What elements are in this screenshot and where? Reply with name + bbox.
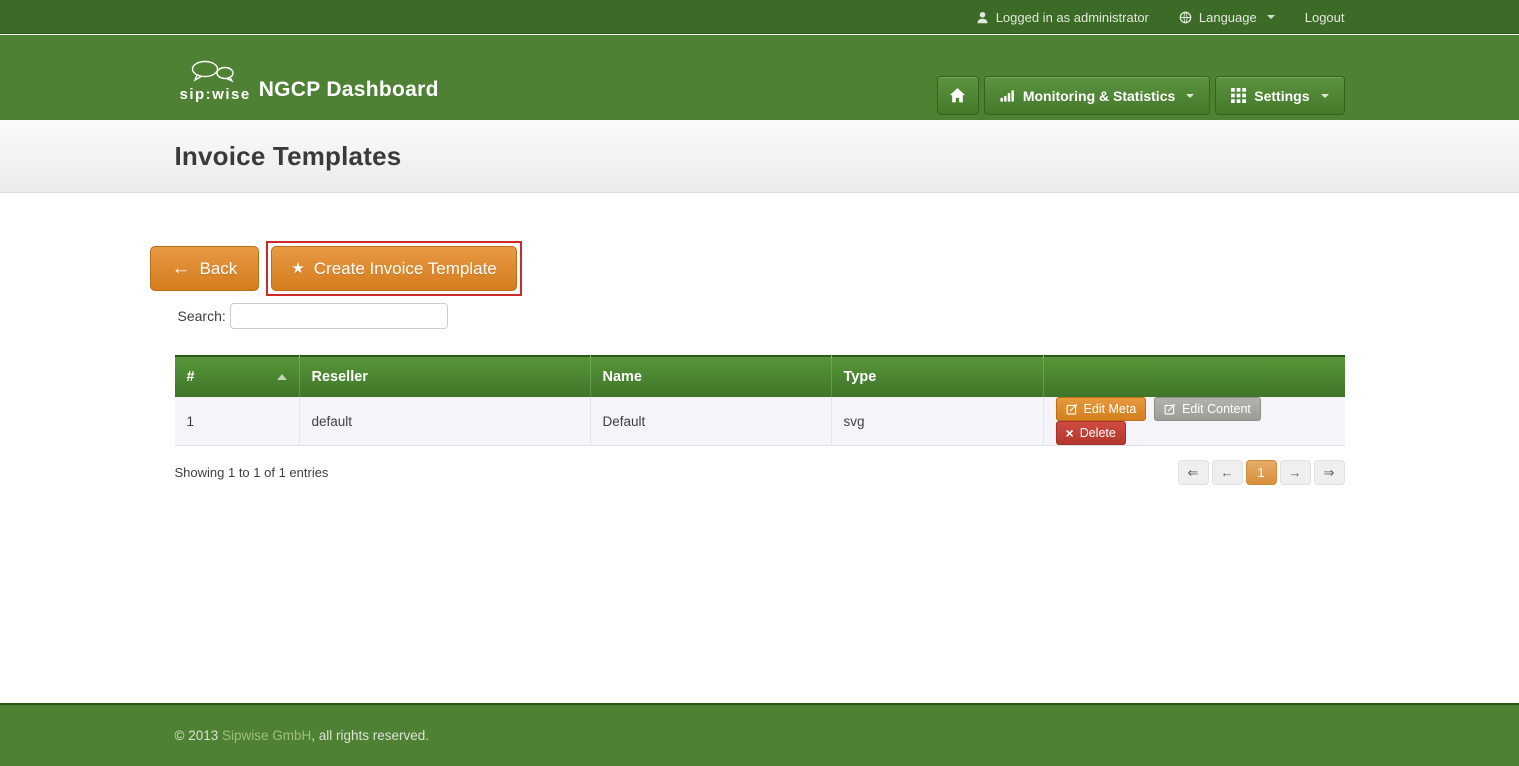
column-header-name[interactable]: Name (591, 355, 832, 397)
search-row: Search: (175, 303, 1345, 329)
entries-info: Showing 1 to 1 of 1 entries (175, 465, 329, 480)
sipwise-link[interactable]: Sipwise GmbH (222, 728, 311, 743)
language-menu[interactable]: Language (1179, 10, 1275, 25)
edit-content-button[interactable]: Edit Content (1154, 397, 1261, 421)
globe-icon (1179, 11, 1192, 24)
page-heading-band: Invoice Templates (0, 120, 1519, 193)
pagination-next-button[interactable]: → (1280, 460, 1311, 485)
toolbar: ← Back ★ Create Invoice Template (150, 241, 1345, 296)
table-header-row: # Reseller Name Type (175, 355, 1345, 397)
cell-id: 1 (175, 397, 300, 446)
home-button[interactable] (937, 76, 979, 115)
chevron-down-icon (1321, 94, 1329, 98)
bar-chart-icon (1000, 88, 1015, 103)
back-arrow-icon: ← (172, 259, 191, 278)
table-row: 1 default Default svg Edit Meta (175, 397, 1345, 446)
main-content: ← Back ★ Create Invoice Template Search: (0, 194, 1519, 485)
sort-ascending-icon (277, 374, 287, 380)
grid-icon (1231, 88, 1246, 103)
pagination-first-button[interactable]: ⇐ (1178, 460, 1209, 485)
edit-meta-button[interactable]: Edit Meta (1056, 397, 1147, 421)
logged-in-label: Logged in as administrator (996, 10, 1149, 25)
column-header-actions (1044, 355, 1345, 397)
logout-link[interactable]: Logout (1305, 10, 1345, 25)
search-input[interactable] (230, 303, 448, 329)
copyright-suffix: , all rights reserved. (311, 728, 429, 743)
user-icon (976, 11, 989, 24)
brand-sip-text: sip:wise (180, 87, 251, 102)
pagination-page-1-button[interactable]: 1 (1246, 460, 1277, 485)
nav-monitoring-label: Monitoring & Statistics (1023, 88, 1175, 104)
search-label: Search: (178, 308, 226, 324)
logout-label: Logout (1305, 10, 1345, 25)
back-button-label: Back (200, 259, 238, 279)
create-button-label: Create Invoice Template (314, 259, 497, 279)
invoice-templates-table-wrap: # Reseller Name Type 1 default (175, 355, 1345, 446)
copyright-prefix: © 2013 (175, 728, 222, 743)
column-header-type[interactable]: Type (832, 355, 1044, 397)
table-footer: Showing 1 to 1 of 1 entries ⇐ ← 1 → ⇒ (175, 460, 1345, 485)
brand-product-name: NGCP Dashboard (259, 78, 439, 102)
x-icon: × (1066, 426, 1074, 440)
page: Logged in as administrator Language Logo… (0, 0, 1519, 766)
invoice-templates-table: # Reseller Name Type 1 default (175, 355, 1345, 446)
cell-type: svg (832, 397, 1044, 446)
nav-monitoring-statistics[interactable]: Monitoring & Statistics (984, 76, 1210, 115)
back-button[interactable]: ← Back (150, 246, 260, 291)
star-icon: ★ (291, 261, 304, 276)
edit-icon (1066, 403, 1078, 415)
chevron-down-icon (1267, 15, 1275, 19)
pagination-prev-button[interactable]: ← (1212, 460, 1243, 485)
page-title: Invoice Templates (175, 120, 1345, 193)
home-icon (949, 87, 966, 104)
column-header-id[interactable]: # (175, 355, 300, 397)
doc-highlight-box: ★ Create Invoice Template (266, 241, 521, 296)
sipwise-logo: sip:wise (180, 60, 251, 102)
delete-button[interactable]: × Delete (1056, 421, 1126, 445)
masthead: sip:wise NGCP Dashboard Monitoring & Sta… (0, 35, 1519, 120)
logged-in-status: Logged in as administrator (976, 10, 1149, 25)
nav-settings[interactable]: Settings (1215, 76, 1344, 115)
create-invoice-template-button[interactable]: ★ Create Invoice Template (271, 246, 516, 291)
brand-logo[interactable]: sip:wise NGCP Dashboard (175, 35, 439, 120)
main-nav: Monitoring & Statistics Settings (937, 35, 1345, 120)
speech-bubbles-icon (190, 60, 236, 86)
page-footer: © 2013 Sipwise GmbH, all rights reserved… (0, 703, 1519, 766)
column-header-reseller[interactable]: Reseller (300, 355, 591, 397)
edit-icon (1164, 403, 1176, 415)
cell-reseller: default (300, 397, 591, 446)
pagination-last-button[interactable]: ⇒ (1314, 460, 1345, 485)
cell-actions: Edit Meta Edit Content × (1044, 397, 1345, 446)
nav-settings-label: Settings (1254, 88, 1309, 104)
pagination: ⇐ ← 1 → ⇒ (1178, 460, 1345, 485)
chevron-down-icon (1186, 94, 1194, 98)
cell-name: Default (591, 397, 832, 446)
language-label: Language (1199, 10, 1257, 25)
top-bar: Logged in as administrator Language Logo… (0, 0, 1519, 34)
